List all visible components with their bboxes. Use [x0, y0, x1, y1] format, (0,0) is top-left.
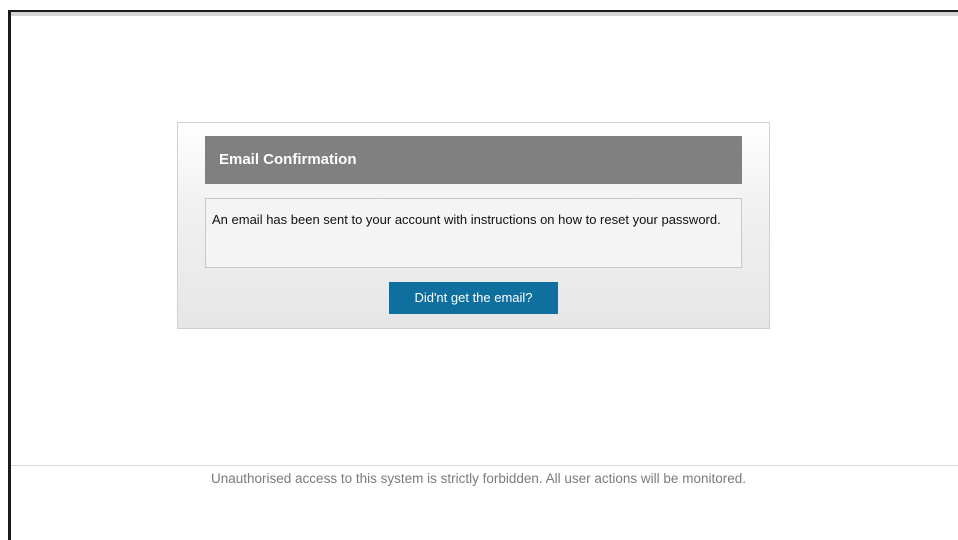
footer-divider [11, 465, 958, 466]
panel-title: Email Confirmation [205, 136, 742, 184]
footer-notice: Unauthorised access to this system is st… [211, 471, 746, 486]
confirmation-message: An email has been sent to your account w… [205, 198, 742, 268]
resend-email-button[interactable]: Did'nt get the email? [389, 282, 558, 314]
browser-window: Email Confirmation An email has been sen… [0, 0, 958, 540]
